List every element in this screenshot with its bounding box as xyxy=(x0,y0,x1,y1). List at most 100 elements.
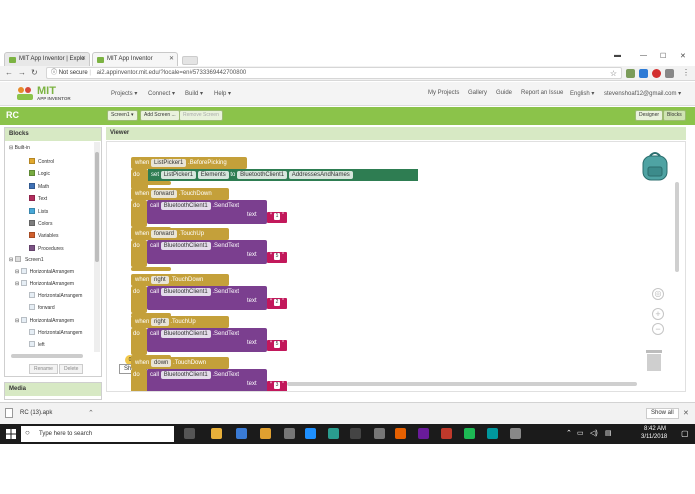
app-icon[interactable] xyxy=(510,428,521,439)
minimize-icon[interactable]: — xyxy=(640,52,647,59)
app-icon[interactable] xyxy=(328,428,339,439)
zoom-in-icon[interactable]: + xyxy=(652,308,664,320)
designer-button[interactable]: Designer xyxy=(635,110,664,121)
source-dropdown[interactable]: BluetoothClient1 xyxy=(237,171,288,179)
forward-icon[interactable]: → xyxy=(18,68,26,77)
set-elements-block[interactable]: set ListPicker1 Elements to BluetoothCli… xyxy=(148,169,418,181)
taskbar-search-box[interactable]: ○ Type here to search xyxy=(21,426,174,442)
clock-time[interactable]: 8:42 AM xyxy=(644,426,666,432)
backpack-icon[interactable] xyxy=(640,150,670,182)
text-string-block[interactable]: “ 1 ” xyxy=(267,212,288,223)
account-menu[interactable]: stevenshoaf12@gmail.com ▾ xyxy=(604,90,681,97)
close-window-icon[interactable]: ✕ xyxy=(680,52,686,60)
browser-tab-2[interactable]: MIT App Inventor ✕ xyxy=(92,52,178,66)
blocks-hscrollbar[interactable] xyxy=(11,354,83,358)
url-field[interactable]: ⓘ Not secure | ai2.appinventor.mit.edu/?… xyxy=(46,67,622,79)
event-block-listpicker[interactable]: when ListPicker1 .BeforePicking xyxy=(131,157,247,169)
spotify-icon[interactable] xyxy=(464,428,475,439)
extension-icon[interactable] xyxy=(626,69,635,78)
language-icon[interactable]: ▤ xyxy=(605,429,612,437)
call-sendtext-block[interactable]: call BluetoothClient1 .SendText text xyxy=(147,369,267,391)
browser-tab-1[interactable]: MIT App Inventor | Explo ✕ xyxy=(4,52,90,66)
blocks-button[interactable]: Blocks xyxy=(663,110,686,121)
adblock-icon[interactable] xyxy=(652,69,661,78)
builtin-category-logic[interactable]: Logic xyxy=(29,170,50,177)
event-block-right-touchup[interactable]: when right .TouchUp xyxy=(131,316,229,328)
button-dropdown[interactable]: forward xyxy=(151,190,178,198)
delete-button[interactable]: Delete xyxy=(59,364,84,374)
zoom-out-icon[interactable]: − xyxy=(652,323,664,335)
button-dropdown[interactable]: right xyxy=(151,276,169,284)
component-tree-item[interactable]: ⊟ HorizontalArrangem xyxy=(15,317,74,324)
maximize-icon[interactable]: ☐ xyxy=(660,52,666,60)
new-tab-button[interactable] xyxy=(182,56,198,65)
string-value[interactable]: 3 xyxy=(273,382,281,389)
button-dropdown[interactable]: forward xyxy=(151,230,178,238)
text-string-block[interactable]: “ 5 ” xyxy=(267,340,288,351)
client-dropdown[interactable]: BluetoothClient1 xyxy=(160,330,211,338)
close-download-bar-icon[interactable]: ✕ xyxy=(683,409,689,417)
tray-chevron-icon[interactable]: ⌃ xyxy=(566,429,572,437)
premiere-icon[interactable] xyxy=(418,428,429,439)
link-guide[interactable]: Guide xyxy=(496,90,512,96)
network-icon[interactable]: ▭ xyxy=(577,429,584,437)
remove-screen-button[interactable]: Remove Screen xyxy=(179,110,223,121)
menu-build[interactable]: Build ▾ xyxy=(185,90,203,97)
screen-selector-button[interactable]: Screen1 ▾ xyxy=(107,110,138,121)
windows-start-icon[interactable] xyxy=(6,429,16,439)
component-tree-item[interactable]: ⊟ HorizontalArrangem xyxy=(15,268,74,275)
back-icon[interactable]: ← xyxy=(5,68,13,77)
download-file-name[interactable]: RC (13).apk xyxy=(20,410,52,416)
menu-connect[interactable]: Connect ▾ xyxy=(148,90,175,97)
firefox-icon[interactable] xyxy=(395,428,406,439)
builtin-category-lists[interactable]: Lists xyxy=(29,207,48,215)
event-block-forward-touchup[interactable]: when forward .TouchUp xyxy=(131,228,229,240)
component-dropdown[interactable]: ListPicker1 xyxy=(151,159,187,167)
builtin-category-control[interactable]: Control xyxy=(29,158,54,165)
download-chevron-icon[interactable]: ⌃ xyxy=(88,409,94,417)
component-tree-item[interactable]: HorizontalArrangem xyxy=(29,292,82,299)
blocks-workspace[interactable]: when ListPicker1 .BeforePicking do set L… xyxy=(106,141,686,392)
app-icon[interactable] xyxy=(284,428,295,439)
task-icon[interactable] xyxy=(236,428,247,439)
property-dropdown[interactable]: Elements xyxy=(197,171,229,179)
link-my-projects[interactable]: My Projects xyxy=(428,90,459,96)
call-sendtext-block[interactable]: call BluetoothClient1 .SendText text xyxy=(147,286,267,310)
workspace-hscrollbar[interactable] xyxy=(287,382,637,386)
bookmark-star-icon[interactable]: ☆ xyxy=(610,68,617,79)
browser-menu-icon[interactable]: ⋮ xyxy=(682,68,690,77)
builtin-category-procedures[interactable]: Procedures xyxy=(29,244,64,252)
event-block-down-touchdown[interactable]: when down .TouchDown xyxy=(131,357,229,369)
tree-screen1[interactable]: ⊟ Screen1 xyxy=(9,256,44,263)
workspace-vscrollbar[interactable] xyxy=(675,182,679,272)
client-dropdown[interactable]: BluetoothClient1 xyxy=(160,242,211,250)
notifications-icon[interactable]: ▢ xyxy=(681,429,689,438)
call-sendtext-block[interactable]: call BluetoothClient1 .SendText text xyxy=(147,240,267,264)
menu-projects[interactable]: Projects ▾ xyxy=(111,90,137,97)
client-dropdown[interactable]: BluetoothClient1 xyxy=(160,202,211,210)
component-dropdown[interactable]: ListPicker1 xyxy=(160,171,197,179)
menu-help[interactable]: Help ▾ xyxy=(214,90,231,97)
close-tab-icon[interactable]: ✕ xyxy=(81,55,86,62)
button-dropdown[interactable]: down xyxy=(151,359,172,367)
rename-button[interactable]: Rename xyxy=(29,364,58,374)
tree-builtin[interactable]: ⊟ Built-in xyxy=(9,145,30,151)
link-gallery[interactable]: Gallery xyxy=(468,90,487,96)
text-string-block[interactable]: “ 5 ” xyxy=(267,252,288,263)
call-sendtext-block[interactable]: call BluetoothClient1 .SendText text xyxy=(147,328,267,352)
center-workspace-icon[interactable]: ◎ xyxy=(652,288,664,300)
trash-icon[interactable] xyxy=(645,348,663,372)
builtin-category-colors[interactable]: Colors xyxy=(29,220,52,227)
event-block-right-touchdown[interactable]: when right .TouchDown xyxy=(131,274,229,286)
collapse-icon[interactable]: ⊟ xyxy=(9,145,13,151)
add-screen-button[interactable]: Add Screen ... xyxy=(140,110,180,121)
string-value[interactable]: 1 xyxy=(273,213,281,220)
component-tree-item[interactable]: ⊟ HorizontalArrangem xyxy=(15,280,74,287)
volume-icon[interactable]: ◁) xyxy=(590,429,598,437)
call-sendtext-block[interactable]: call BluetoothClient1 .SendText text xyxy=(147,200,267,224)
user-icon[interactable]: ▬ xyxy=(614,52,621,59)
builtin-category-text[interactable]: Text xyxy=(29,195,47,202)
close-tab-icon[interactable]: ✕ xyxy=(169,55,174,62)
text-string-block[interactable]: “ 2 ” xyxy=(267,298,288,309)
extension-icon[interactable] xyxy=(665,69,674,78)
